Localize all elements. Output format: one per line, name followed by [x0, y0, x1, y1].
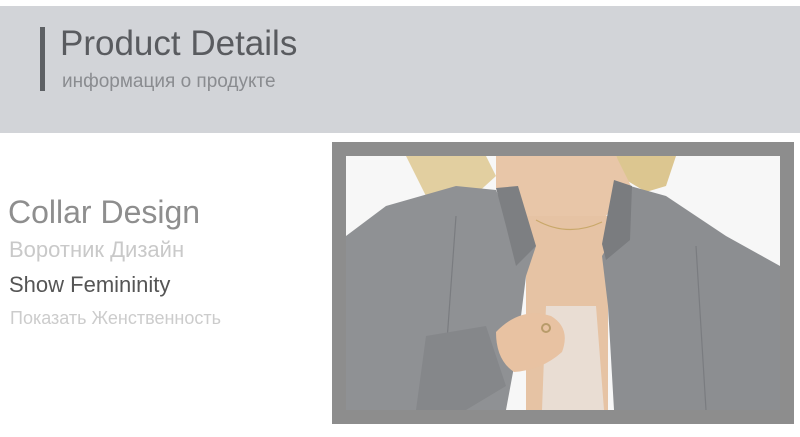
product-photo-frame — [332, 142, 794, 424]
collar-detail-illustration — [346, 156, 780, 410]
feature-subtitle-translation: Показать Женственность — [10, 308, 221, 328]
feature-title: Collar Design — [8, 194, 201, 230]
product-photo — [346, 156, 780, 410]
header-band: Product Details информация о продукте — [0, 6, 800, 133]
header-accent-bar — [40, 27, 45, 91]
page-title: Product Details — [60, 24, 298, 63]
product-details-page: Product Details информация о продукте Co… — [0, 0, 800, 437]
feature-subtitle: Show Femininity — [9, 272, 171, 297]
feature-title-translation: Воротник Дизайн — [9, 237, 185, 262]
page-subtitle: информация о продукте — [62, 71, 276, 92]
